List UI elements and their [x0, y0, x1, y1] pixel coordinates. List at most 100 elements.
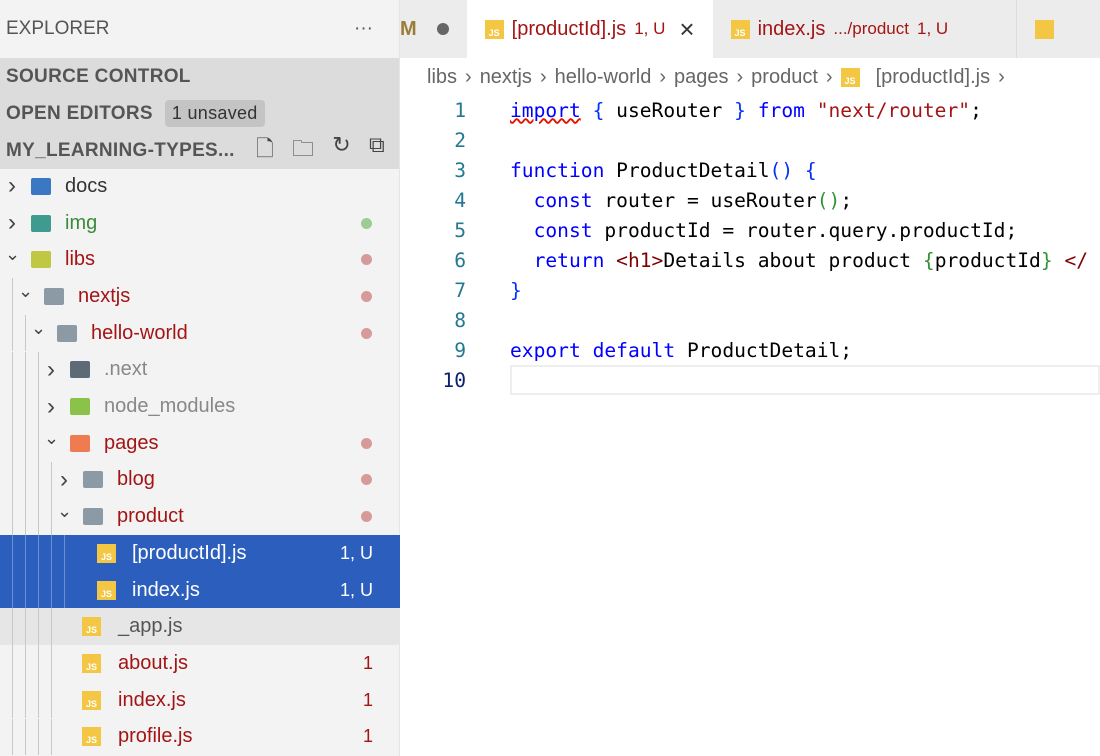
chevron-down-icon[interactable]: ⌄ [31, 318, 46, 339]
tree-item[interactable]: JS _app.js [0, 608, 400, 646]
breadcrumb-item[interactable]: nextjs [480, 66, 532, 89]
breadcrumb-item[interactable]: [productId].js [876, 66, 991, 89]
chevron-right-icon[interactable]: › [44, 393, 58, 421]
breadcrumb-item[interactable]: product [751, 66, 818, 89]
code-token: } [510, 278, 522, 302]
chevron-down-icon[interactable]: ⌄ [44, 428, 59, 449]
code-text: function ProductDetail() { [510, 159, 817, 182]
code-text: export default ProductDetail; [510, 339, 852, 362]
breadcrumb-item[interactable]: pages [674, 66, 729, 89]
indent-guide [64, 571, 65, 609]
js-file-icon: JS [82, 653, 101, 673]
breadcrumb-separator-icon: › [825, 65, 833, 88]
code-text: } [510, 279, 522, 302]
new-folder-icon[interactable]: 🗀 [292, 132, 314, 170]
js-file-icon: JS [82, 690, 101, 710]
tree-item[interactable]: › node_modules [0, 388, 400, 425]
line-number: 2 [454, 128, 466, 152]
tree-item-label: product [117, 505, 184, 528]
line-number: 4 [454, 188, 466, 212]
workspace-section[interactable]: MY_LEARNING-TYPES... 🗋 🗀 ↻ ⧉ [0, 132, 399, 169]
chevron-right-icon[interactable]: › [57, 466, 71, 494]
tree-item-label: index.js [118, 688, 186, 711]
chevron-down-icon[interactable]: ⌄ [5, 244, 20, 265]
js-file-icon [1035, 19, 1055, 39]
js-file-icon: JS [82, 617, 101, 637]
tree-item[interactable]: ⌄ pages [0, 424, 400, 462]
tree-item[interactable]: ⌄ hello-world [0, 314, 400, 352]
indent-guide [12, 278, 13, 315]
code-text: const router = useRouter(); [510, 188, 853, 212]
tree-item[interactable]: › img [0, 205, 400, 242]
tree-item[interactable]: ⌄ libs [0, 241, 400, 278]
tree-item[interactable]: JS profile.js 1 [0, 718, 400, 756]
tree-item[interactable]: JS index.js 1, U [0, 571, 400, 609]
indent-guide [12, 424, 13, 462]
chevron-right-icon[interactable]: › [5, 172, 19, 200]
breadcrumb-separator-icon: › [998, 65, 1005, 88]
chevron-down-icon[interactable]: ⌄ [57, 501, 72, 522]
refresh-icon[interactable]: ↻ [332, 132, 351, 170]
code-line: 4 const router = useRouter(); [400, 185, 1100, 215]
indent-guide [38, 718, 39, 756]
more-actions-button[interactable]: ··· [354, 18, 373, 40]
breadcrumb-item[interactable]: hello-world [555, 66, 652, 89]
tree-item[interactable]: JS index.js 1 [0, 681, 400, 719]
indent-guide [25, 498, 26, 535]
tab-partial[interactable]: M [400, 0, 467, 58]
code-line: 5 const productId = router.query.product… [400, 215, 1100, 245]
tree-item[interactable]: ⌄ product [0, 498, 400, 535]
code-token: </ [1064, 248, 1089, 272]
breadcrumb-item[interactable]: libs [427, 66, 457, 89]
code-line: 7} [400, 275, 1100, 305]
tree-item-label: about.js [118, 651, 189, 674]
unsaved-badge: 1 unsaved [164, 100, 265, 127]
js-file-icon: JS [484, 19, 504, 39]
close-tab-icon[interactable]: × [679, 14, 694, 45]
code-token: <h1> [616, 248, 664, 272]
status-dot-icon [361, 511, 372, 523]
indent-guide [64, 535, 65, 572]
code-token: ProductDetail; [675, 338, 853, 362]
indent-guide [25, 645, 26, 682]
indent-guide [38, 645, 39, 682]
code-text: import { useRouter } from "next/router"; [510, 99, 982, 122]
tree-item[interactable]: ⌄ nextjs [0, 278, 400, 315]
open-editors-section[interactable]: OPEN EDITORS 1 unsaved [0, 95, 399, 132]
line-number: 5 [454, 218, 466, 242]
code-token: () [816, 188, 841, 212]
tree-item[interactable]: JS [productId].js 1, U [0, 535, 400, 572]
tree-item-label: pages [104, 431, 159, 454]
collapse-all-icon[interactable]: ⧉ [369, 132, 385, 170]
code-line: 2 [400, 125, 1100, 155]
unsaved-dot-icon [436, 23, 449, 35]
tree-item[interactable]: › docs [0, 168, 400, 205]
code-token: export [510, 338, 581, 362]
chevron-right-icon[interactable]: › [5, 209, 19, 237]
source-control-section[interactable]: SOURCE CONTROL [0, 58, 399, 95]
code-text: return <h1>Details about product {produc… [510, 249, 1088, 272]
chevron-right-icon[interactable]: › [44, 356, 58, 384]
tree-item-label: docs [65, 174, 108, 197]
code-token: "next/router" [816, 98, 971, 122]
tab-productid[interactable]: JS [productId].js 1, U × [466, 0, 713, 58]
line-number: 9 [454, 338, 466, 362]
folder-open-icon [70, 434, 90, 452]
git-decoration: 1 [362, 689, 373, 710]
tree-item[interactable]: › .next [0, 351, 400, 389]
tab-index[interactable]: JS index.js .../product 1, U [713, 0, 967, 58]
code-token: } [734, 98, 746, 122]
folder-open-icon [31, 251, 51, 269]
tree-item-label: img [65, 211, 98, 234]
status-dot-icon [361, 327, 372, 339]
new-file-icon[interactable]: 🗋 [256, 132, 274, 170]
chevron-down-icon[interactable]: ⌄ [18, 281, 33, 302]
code-editor[interactable]: 1 import { useRouter } from "next/router"… [400, 95, 1100, 395]
status-dot-icon [361, 217, 372, 229]
code-token: } [1040, 248, 1053, 272]
tree-item[interactable]: › blog [0, 461, 400, 499]
tree-item[interactable]: JS about.js 1 [0, 645, 400, 682]
folder-icon [31, 214, 51, 232]
